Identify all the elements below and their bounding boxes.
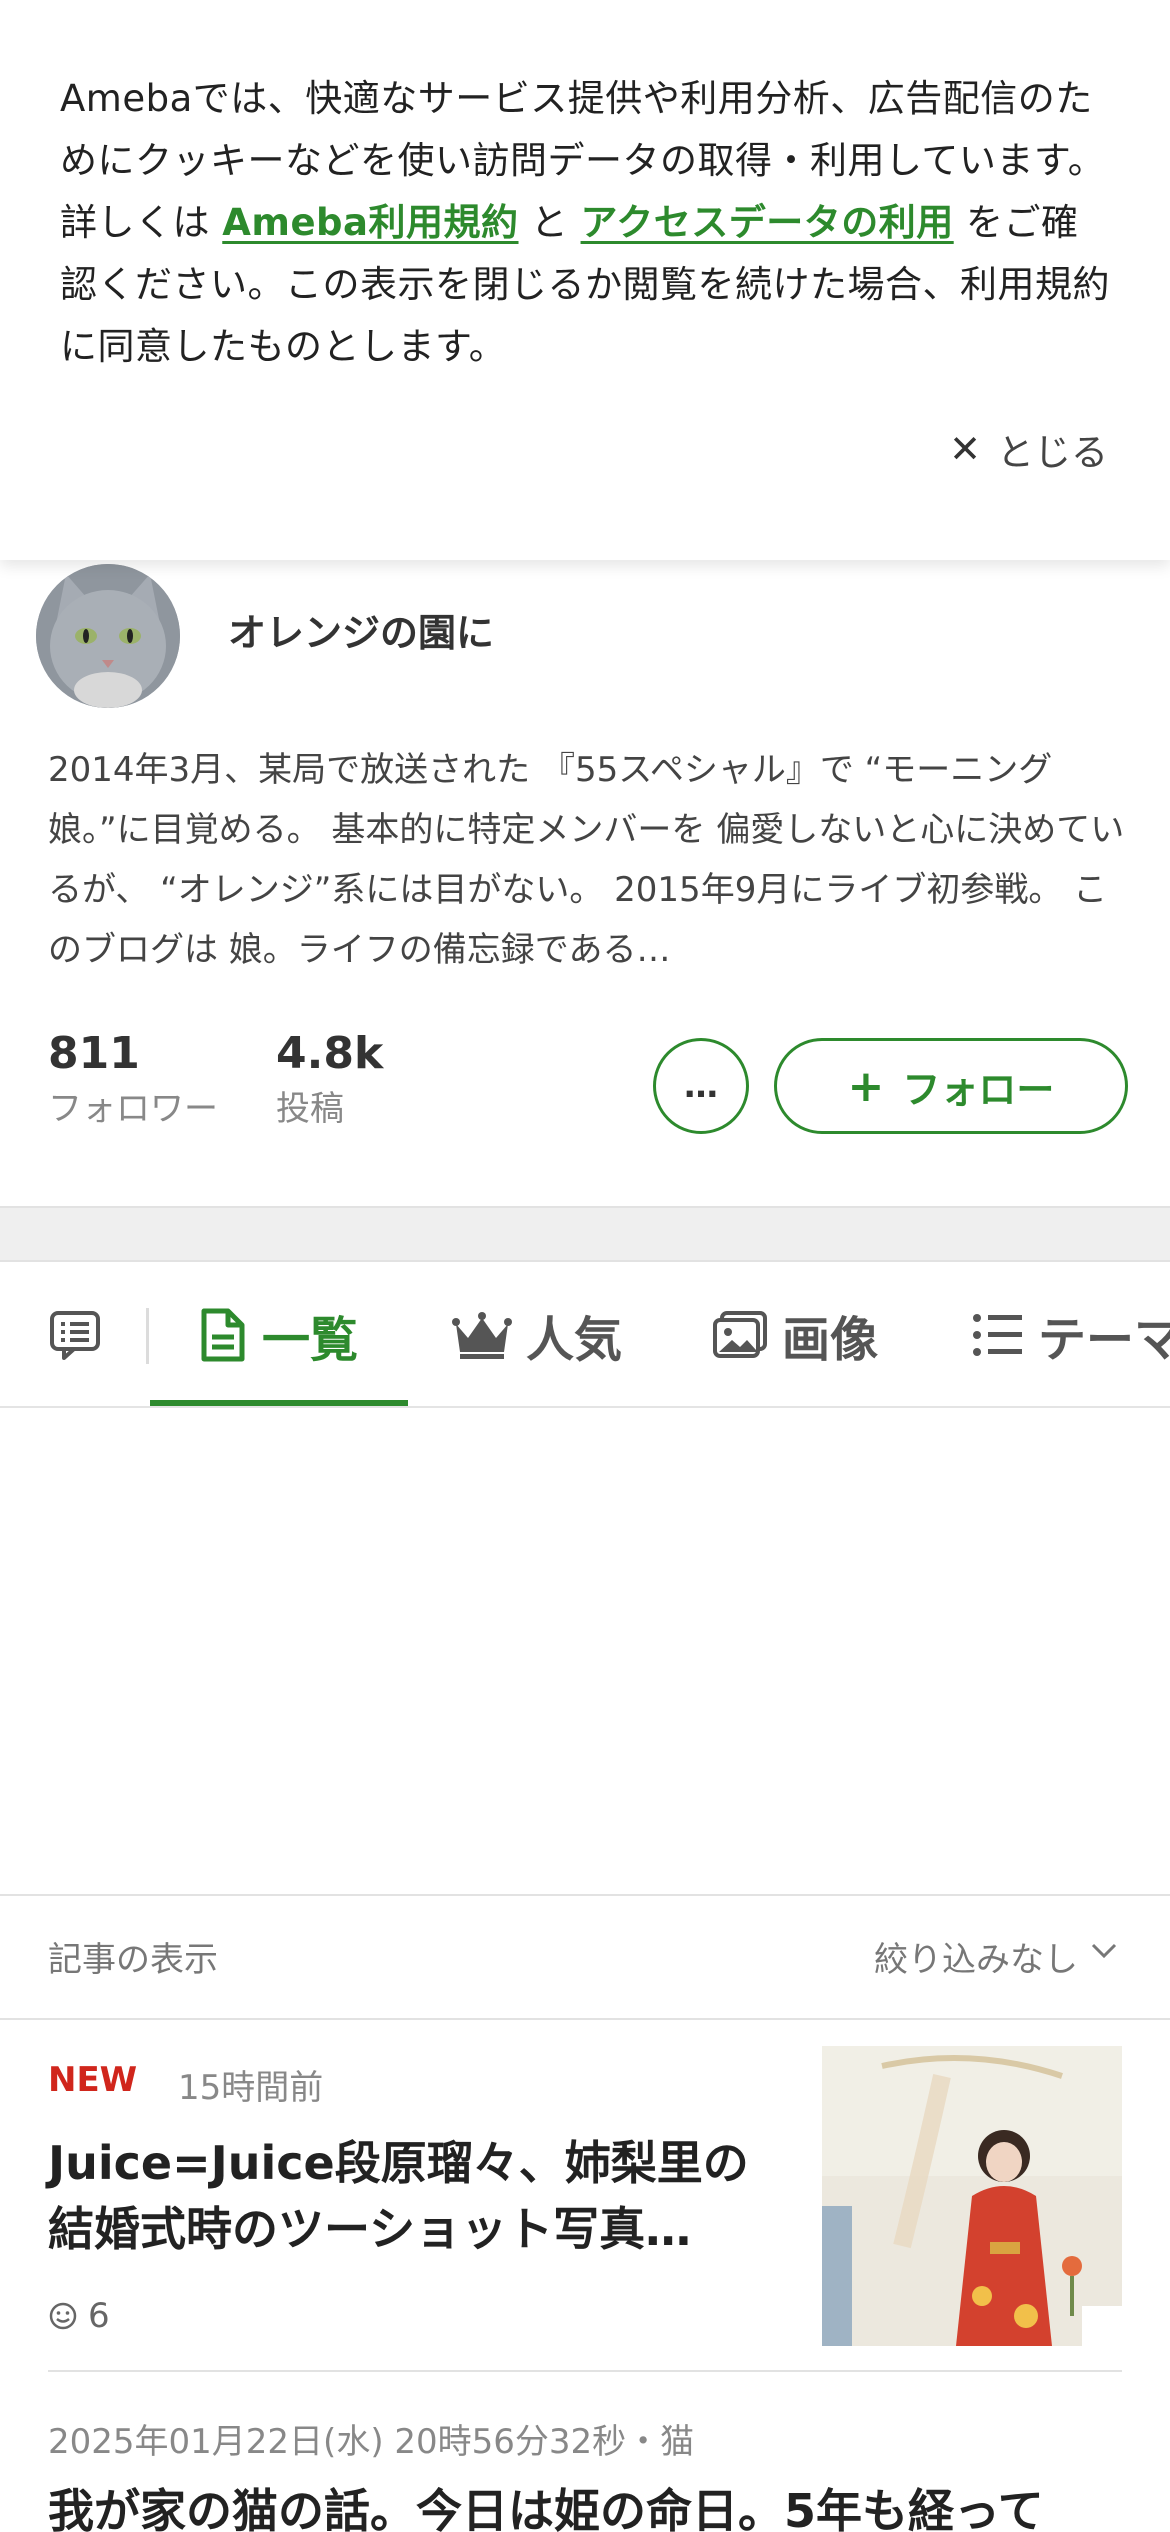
posts-stat: 4.8k 投稿 bbox=[276, 1024, 383, 1134]
crown-icon bbox=[452, 1312, 512, 1359]
active-tab-indicator bbox=[150, 1400, 408, 1406]
article-time: 15時間前 bbox=[178, 2068, 324, 2108]
close-icon: ✕ bbox=[949, 427, 981, 471]
tab-themes-label: テーマ bbox=[1038, 1312, 1170, 1368]
document-icon bbox=[201, 1308, 245, 1362]
tab-themes[interactable]: テーマ bbox=[972, 1262, 1170, 1408]
filter-select[interactable]: 絞り込みなし bbox=[874, 1932, 1078, 1981]
page: Amebaでは、快適なサービス提供や利用分析、広告配信のためにクッキーなどを使い… bbox=[0, 0, 1170, 2532]
more-options-button[interactable]: … bbox=[653, 1038, 749, 1134]
cat-avatar-image bbox=[36, 564, 180, 708]
blog-name[interactable]: オレンジの園に bbox=[228, 602, 494, 657]
more-icon: … bbox=[684, 1066, 718, 1106]
cookie-text-2: と bbox=[518, 201, 581, 244]
tab-entry-list-toggle[interactable] bbox=[48, 1262, 102, 1408]
article-title[interactable]: Juice=Juice段原瑠々、姉梨里の結婚式時のツーショット写真… bbox=[48, 2130, 788, 2262]
cookie-banner: Amebaでは、快適なサービス提供や利用分析、広告配信のためにクッキーなどを使い… bbox=[0, 0, 1170, 560]
filter-label: 記事の表示 bbox=[48, 1940, 218, 1980]
avatar[interactable] bbox=[36, 564, 180, 708]
tab-images-label: 画像 bbox=[782, 1312, 879, 1368]
article-separator bbox=[48, 2370, 1122, 2372]
followers-count: 811 bbox=[48, 1028, 140, 1079]
image-icon bbox=[713, 1311, 767, 1358]
article-date: 2025年01月22日(水) 20時56分32秒・猫 bbox=[48, 2422, 695, 2462]
article-thumbnail[interactable] bbox=[822, 2046, 1122, 2346]
terms-link[interactable]: Ameba利用規約 bbox=[222, 201, 518, 244]
followers-stat[interactable]: 811 フォロワー bbox=[48, 1024, 218, 1134]
comment-list-icon bbox=[50, 1311, 100, 1360]
access-data-link[interactable]: アクセスデータの利用 bbox=[581, 201, 954, 244]
article-filter-row[interactable]: 記事の表示 絞り込みなし bbox=[0, 1894, 1170, 2020]
thumbnail-image bbox=[822, 2046, 1122, 2346]
tab-images[interactable]: 画像 bbox=[712, 1262, 878, 1408]
tab-popular-label: 人気 bbox=[526, 1312, 623, 1368]
smiley-icon bbox=[49, 2302, 77, 2330]
section-divider bbox=[0, 1206, 1170, 1262]
blog-bio: 2014年3月、某局で放送された 『55スペシャル』で “モーニング娘。”に目覚… bbox=[48, 750, 1125, 970]
posts-label: 投稿 bbox=[276, 1089, 344, 1129]
reaction-count: 6 bbox=[88, 2296, 110, 2336]
follow-label: フォロー bbox=[902, 1067, 1055, 1112]
plus-icon: + bbox=[847, 1060, 885, 1112]
tab-bar: 一覧 人気 画像 テーマ bbox=[0, 1262, 1170, 1408]
cookie-close-label: とじる bbox=[997, 431, 1108, 474]
article-title-2[interactable]: 我が家の猫の話。今日は姫の命日。5年も経って bbox=[48, 2478, 1148, 2532]
posts-count: 4.8k bbox=[276, 1028, 384, 1079]
article-reactions: 6 bbox=[48, 2296, 110, 2336]
tab-divider bbox=[146, 1308, 149, 1364]
tab-list[interactable]: 一覧 bbox=[198, 1262, 358, 1408]
cookie-notice-text: Amebaでは、快適なサービス提供や利用分析、広告配信のためにクッキーなどを使い… bbox=[60, 68, 1110, 378]
chevron-down-icon bbox=[1091, 1943, 1117, 1959]
followers-label: フォロワー bbox=[48, 1089, 218, 1129]
follow-button[interactable]: + フォロー bbox=[774, 1038, 1128, 1134]
tab-popular[interactable]: 人気 bbox=[452, 1262, 622, 1408]
list-icon bbox=[973, 1314, 1022, 1356]
new-badge: NEW bbox=[48, 2060, 138, 2100]
tab-list-label: 一覧 bbox=[262, 1312, 359, 1368]
cookie-close-button[interactable]: ✕ とじる bbox=[949, 422, 1108, 476]
